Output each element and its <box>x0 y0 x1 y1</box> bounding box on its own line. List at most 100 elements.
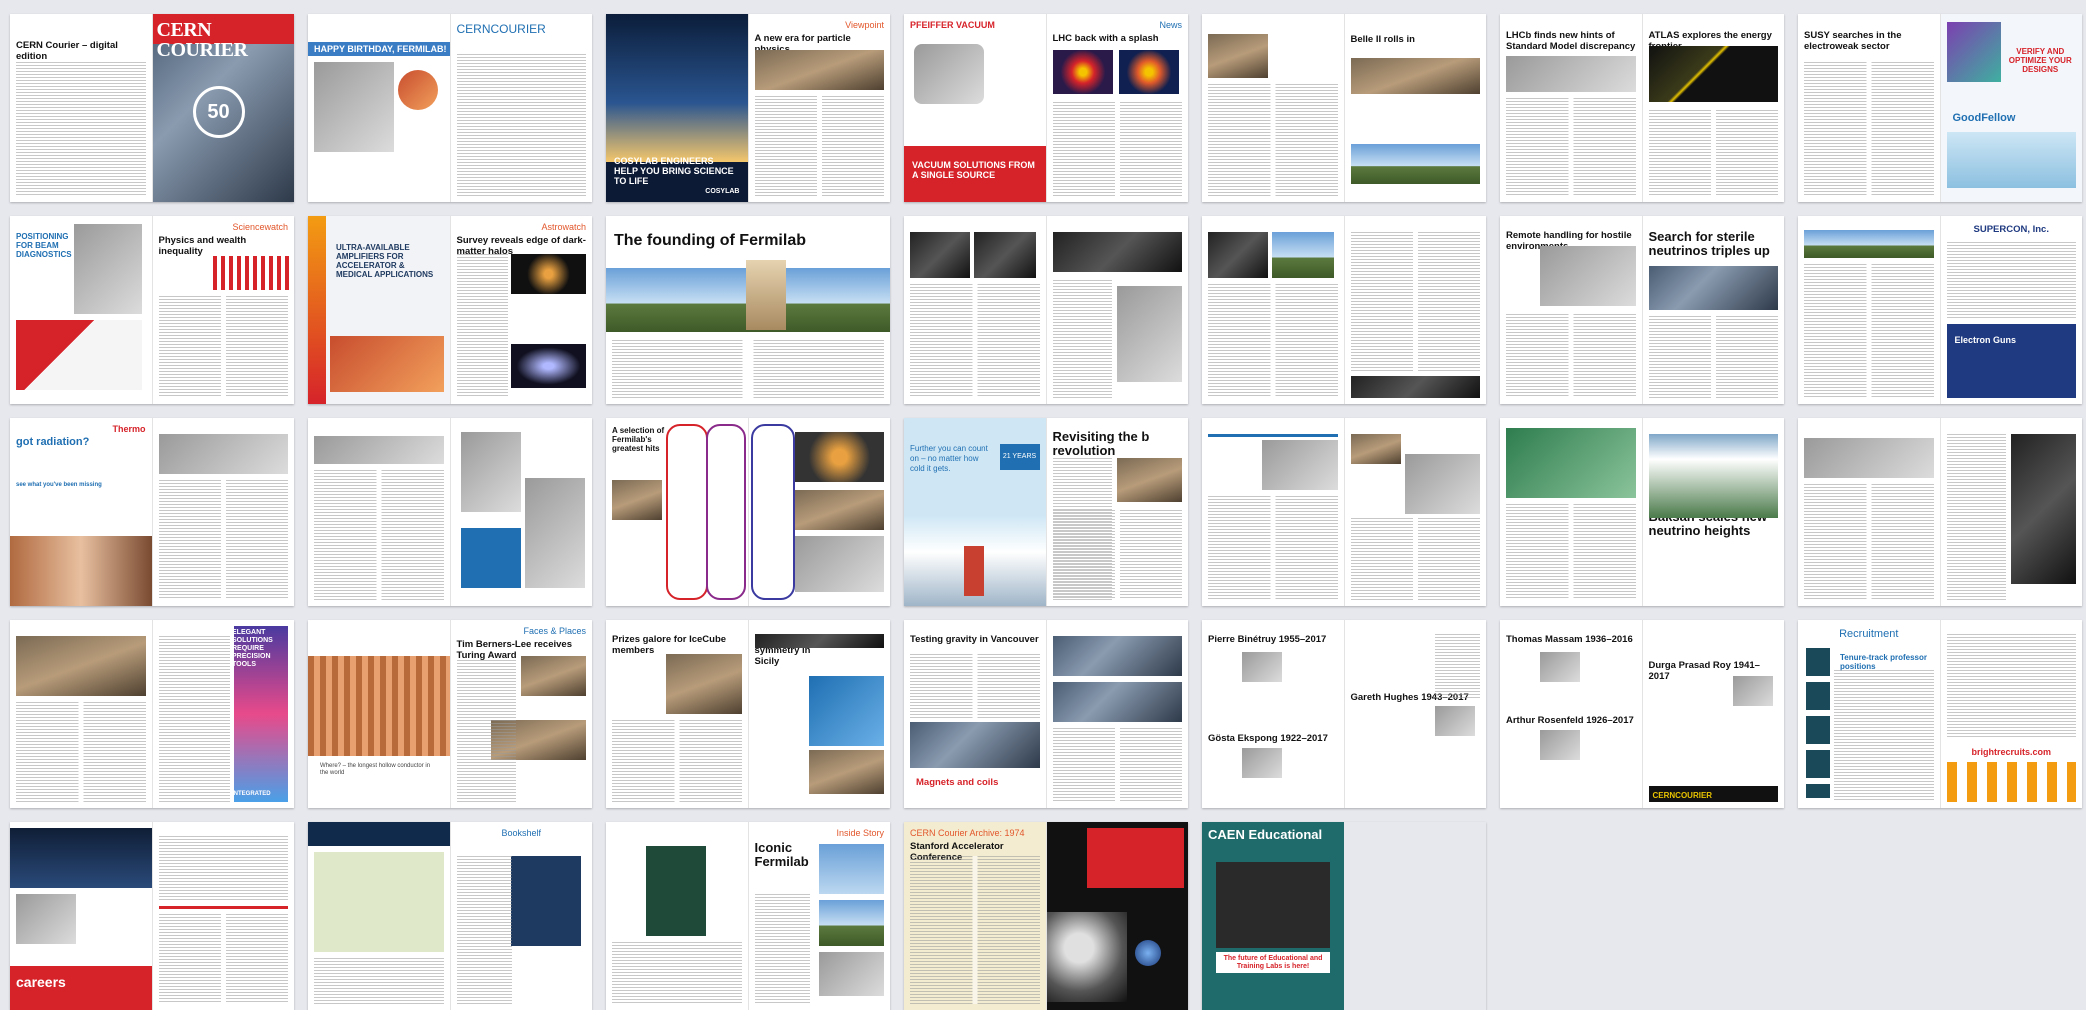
page-thumbnail-right[interactable]: brightrecruits.com <box>1939 620 2082 808</box>
page-thumbnail-right[interactable] <box>1045 620 1188 808</box>
spread-thumbnail[interactable] <box>1798 418 2082 606</box>
page-thumbnail-right[interactable] <box>151 822 294 1010</box>
spread-thumbnail[interactable]: Prizes galore for IceCube members Boost … <box>606 620 890 808</box>
spread-thumbnail[interactable]: CERN Courier – digital edition CERN COUR… <box>10 14 294 202</box>
spread-thumbnail[interactable]: Thermo got radiation? see what you've be… <box>10 418 294 606</box>
earth-image <box>1134 940 1161 966</box>
page-thumbnail-right[interactable] <box>151 418 294 606</box>
page-thumbnail-left[interactable] <box>308 418 450 606</box>
page-thumbnail-right[interactable]: ELEGANT SOLUTIONS REQUIRE PRECISION TOOL… <box>151 620 294 808</box>
spread-thumbnail[interactable]: Testing gravity in Vancouver Magnets and… <box>904 620 1188 808</box>
page-thumbnail-left[interactable]: Thermo got radiation? see what you've be… <box>10 418 152 606</box>
spread-thumbnail[interactable]: HAPPY BIRTHDAY, FERMILAB! CERNCOURIER <box>308 14 592 202</box>
page-thumbnail-right[interactable]: Faces & Places Tim Berners-Lee receives … <box>449 620 592 808</box>
page-thumbnail-left[interactable]: Testing gravity in Vancouver Magnets and… <box>904 620 1046 808</box>
page-thumbnail-left[interactable]: COSYLAB ENGINEERS HELP YOU BRING SCIENCE… <box>606 14 748 202</box>
page-thumbnail-left[interactable]: Thomas Massam 1936–2016 Arthur Rosenfeld… <box>1500 620 1642 808</box>
page-thumbnail-single[interactable]: CAEN Educational The future of Education… <box>1202 822 1344 1010</box>
building-photo <box>746 260 786 330</box>
spread-thumbnail[interactable]: ELEGANT SOLUTIONS REQUIRE PRECISION TOOL… <box>10 620 294 808</box>
page-thumbnail-left[interactable]: ULTRA-AVAILABLE AMPLIFIERS FOR ACCELERAT… <box>308 216 450 404</box>
page-thumbnail-left[interactable] <box>904 216 1046 404</box>
page-thumbnail-right[interactable]: Belle II rolls in <box>1343 14 1486 202</box>
page-thumbnail-right[interactable]: Sciencewatch Physics and wealth inequali… <box>151 216 294 404</box>
page-thumbnail-left[interactable] <box>308 822 450 1010</box>
page-thumbnail-right[interactable]: Gareth Hughes 1943–2017 <box>1343 620 1486 808</box>
page-thumbnail-left[interactable]: LHCb finds new hints of Standard Model d… <box>1500 14 1642 202</box>
page-thumbnail-right[interactable] <box>1343 216 1486 404</box>
page-thumbnail-left[interactable]: Prizes galore for IceCube members <box>606 620 748 808</box>
spread-thumbnail[interactable]: Recruitment Tenure-track professor posit… <box>1798 620 2082 808</box>
spread-thumbnail[interactable]: Baksan scales new neutrino heights <box>1500 418 1784 606</box>
page-thumbnail-right[interactable]: News LHC back with a splash <box>1045 14 1188 202</box>
page-thumbnail-left[interactable]: CERN Courier Archive: 1974 Stanford Acce… <box>904 822 1046 1010</box>
page-thumbnail-left[interactable] <box>1202 14 1344 202</box>
page-thumbnail-right[interactable]: Inside Story Iconic Fermilab <box>747 822 890 1010</box>
page-thumbnail-right[interactable]: Astrowatch Survey reveals edge of dark-m… <box>449 216 592 404</box>
spread-thumbnail[interactable]: CAEN Educational The future of Education… <box>1202 822 1486 1010</box>
spread-thumbnail[interactable]: Inside Story Iconic Fermilab <box>606 822 890 1010</box>
article-photo <box>818 952 884 996</box>
page-thumbnail-right[interactable]: Baksan scales new neutrino heights <box>1641 418 1784 606</box>
page-thumbnail-left[interactable]: Where? – the longest hollow conductor in… <box>308 620 450 808</box>
page-thumbnail-right[interactable]: Boost symmetry in Sicily <box>747 620 890 808</box>
page-thumbnail-left[interactable] <box>1202 418 1344 606</box>
spread-thumbnail[interactable]: Pierre Binétruy 1955–2017 Gösta Ekspong … <box>1202 620 1486 808</box>
page-thumbnail-right[interactable]: Search for sterile neutrinos triples up <box>1641 216 1784 404</box>
spread-thumbnail[interactable]: SUSY searches in the electroweak sector … <box>1798 14 2082 202</box>
spread-thumbnail[interactable]: Belle II rolls in <box>1202 14 1486 202</box>
page-thumbnail-spread[interactable]: The founding of Fermilab <box>606 216 890 404</box>
spread-thumbnail[interactable] <box>308 418 592 606</box>
spread-thumbnail[interactable] <box>904 216 1188 404</box>
page-thumbnail-right[interactable]: CERNCOURIER <box>449 14 592 202</box>
page-thumbnail-left[interactable]: POSITIONING FOR BEAM DIAGNOSTICS <box>10 216 152 404</box>
page-thumbnail-right[interactable]: CERN COURIER 50 <box>151 14 294 202</box>
page-thumbnail-left[interactable]: CERN Courier – digital edition <box>10 14 152 202</box>
spread-thumbnail[interactable] <box>1202 418 1486 606</box>
spread-thumbnail[interactable]: A selection of Fermilab's greatest hits <box>606 418 890 606</box>
page-thumbnail-right[interactable] <box>449 418 592 606</box>
spread-thumbnail[interactable]: POSITIONING FOR BEAM DIAGNOSTICS Science… <box>10 216 294 404</box>
page-thumbnail-left[interactable]: Pierre Binétruy 1955–2017 Gösta Ekspong … <box>1202 620 1344 808</box>
spread-thumbnail[interactable] <box>1202 216 1486 404</box>
spread-thumbnail[interactable]: Bookshelf <box>308 822 592 1010</box>
page-thumbnail-right[interactable]: Revisiting the b revolution <box>1045 418 1188 606</box>
spread-thumbnail[interactable]: careers <box>10 822 294 1010</box>
page-thumbnail-right[interactable] <box>1045 216 1188 404</box>
page-thumbnail-right[interactable]: ATLAS explores the energy frontier <box>1641 14 1784 202</box>
page-thumbnail-right[interactable]: Bookshelf <box>449 822 592 1010</box>
page-thumbnail-left[interactable]: HAPPY BIRTHDAY, FERMILAB! <box>308 14 450 202</box>
spread-thumbnail[interactable]: Where? – the longest hollow conductor in… <box>308 620 592 808</box>
spread-thumbnail[interactable]: ULTRA-AVAILABLE AMPLIFIERS FOR ACCELERAT… <box>308 216 592 404</box>
page-thumbnail-left[interactable] <box>1202 216 1344 404</box>
page-thumbnail-right[interactable] <box>747 418 890 606</box>
spread-thumbnail[interactable]: PFEIFFER VACUUM VACUUM SOLUTIONS FROM A … <box>904 14 1188 202</box>
page-thumbnail-left[interactable]: PFEIFFER VACUUM VACUUM SOLUTIONS FROM A … <box>904 14 1046 202</box>
page-thumbnail-right[interactable] <box>1045 822 1188 1010</box>
page-thumbnail-left[interactable] <box>1798 216 1940 404</box>
page-thumbnail-right[interactable]: SUPERCON, Inc. Electron Guns <box>1939 216 2082 404</box>
spread-thumbnail[interactable]: Further you can count on – no matter how… <box>904 418 1188 606</box>
page-thumbnail-right[interactable]: Durga Prasad Roy 1941–2017 CERNCOURIER <box>1641 620 1784 808</box>
spread-thumbnail[interactable]: The founding of Fermilab <box>606 216 890 404</box>
page-thumbnail-right[interactable] <box>1343 418 1486 606</box>
spread-thumbnail[interactable]: CERN Courier Archive: 1974 Stanford Acce… <box>904 822 1188 1010</box>
page-thumbnail-left[interactable]: SUSY searches in the electroweak sector <box>1798 14 1940 202</box>
page-thumbnail-left[interactable] <box>1500 418 1642 606</box>
page-thumbnail-left[interactable] <box>606 822 748 1010</box>
page-thumbnail-left[interactable]: careers <box>10 822 152 1010</box>
spread-thumbnail[interactable]: Thomas Massam 1936–2016 Arthur Rosenfeld… <box>1500 620 1784 808</box>
spread-thumbnail[interactable]: Remote handling for hostile environments… <box>1500 216 1784 404</box>
spread-thumbnail[interactable]: LHCb finds new hints of Standard Model d… <box>1500 14 1784 202</box>
page-thumbnail-left[interactable] <box>10 620 152 808</box>
spread-thumbnail[interactable]: COSYLAB ENGINEERS HELP YOU BRING SCIENCE… <box>606 14 890 202</box>
page-thumbnail-left[interactable]: A selection of Fermilab's greatest hits <box>606 418 748 606</box>
page-thumbnail-left[interactable]: Recruitment Tenure-track professor posit… <box>1798 620 1940 808</box>
page-thumbnail-right[interactable]: Viewpoint A new era for particle physics <box>747 14 890 202</box>
spread-thumbnail[interactable]: SUPERCON, Inc. Electron Guns <box>1798 216 2082 404</box>
page-thumbnail-right[interactable]: VERIFY AND OPTIMIZE YOUR DESIGNS GoodFel… <box>1939 14 2082 202</box>
page-thumbnail-left[interactable]: Further you can count on – no matter how… <box>904 418 1046 606</box>
page-thumbnail-right[interactable] <box>1939 418 2082 606</box>
page-thumbnail-left[interactable]: Remote handling for hostile environments <box>1500 216 1642 404</box>
page-thumbnail-left[interactable] <box>1798 418 1940 606</box>
